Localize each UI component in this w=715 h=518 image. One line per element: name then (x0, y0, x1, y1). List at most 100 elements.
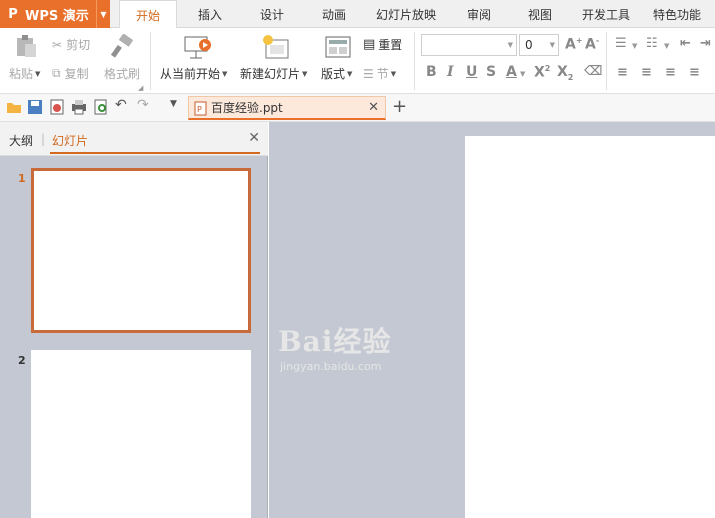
divider (606, 32, 607, 90)
format-painter-label: 格式刷 (104, 67, 141, 81)
reset-label: 重置 (378, 38, 403, 52)
play-from-current-label: 从当前开始 (160, 67, 221, 81)
copy-button[interactable]: ⧉ 复制 (52, 65, 89, 82)
slide-canvas[interactable] (465, 136, 715, 518)
tab-slides[interactable]: 幻灯片 (52, 132, 88, 149)
font-size-field[interactable]: 0 ▼ (519, 34, 559, 56)
chevron-down-icon[interactable]: ▼ (664, 42, 669, 50)
save-icon[interactable] (27, 99, 43, 115)
ribbon-toolbar: 粘贴 ▼ ✂ 剪切 ⧉ 复制 格式刷 ◢ 从当前开始 ▼ 新建幻灯片 ▼ 版式 ▼ ▤ 重置 … (0, 28, 715, 94)
tab-home[interactable]: 开始 (119, 0, 177, 29)
close-icon[interactable]: ✕ (368, 100, 379, 115)
ppt-file-icon: P (194, 101, 207, 116)
copy-label: 复制 (64, 67, 89, 81)
align-left-icon[interactable]: ≡ (617, 65, 628, 80)
tab-outline[interactable]: 大纲 (9, 132, 33, 149)
paste-label: 粘贴 (9, 67, 34, 81)
clipboard-expand-icon[interactable]: ◢ (138, 84, 143, 92)
section-icon: ☰ (363, 66, 374, 81)
layout-button[interactable]: 版式 ▼ (321, 65, 352, 82)
tab-review[interactable]: 审阅 (455, 0, 503, 28)
paste-icon[interactable] (14, 34, 38, 58)
divider (414, 32, 415, 90)
italic-icon[interactable]: I (447, 64, 454, 80)
redo-icon[interactable]: ↷ (137, 97, 153, 113)
tab-design[interactable]: 设计 (248, 0, 296, 28)
new-slide-button[interactable]: 新建幻灯片 ▼ (240, 65, 307, 82)
document-title: 百度经验.ppt (211, 101, 283, 115)
chevron-down-icon[interactable]: ▼ (520, 70, 525, 78)
print-icon[interactable] (71, 99, 87, 115)
chevron-down-icon[interactable]: ▼ (508, 41, 513, 49)
tab-view[interactable]: 视图 (516, 0, 564, 28)
subscript-icon[interactable]: X2 (557, 64, 573, 82)
align-center-icon[interactable]: ≡ (641, 65, 652, 80)
tab-animation[interactable]: 动画 (310, 0, 358, 28)
document-tab[interactable]: P 百度经验.ppt ✕ (188, 96, 386, 120)
tab-insert[interactable]: 插入 (186, 0, 234, 28)
close-icon[interactable]: ✕ (248, 130, 260, 146)
shadow-text-icon[interactable]: S (486, 64, 496, 80)
undo-icon[interactable]: ↶ (115, 97, 131, 113)
svg-text:P: P (197, 105, 202, 114)
slide-thumbnail-2[interactable] (31, 350, 251, 518)
quick-access-toolbar: ↶ ↷ ▼ P 百度经验.ppt ✕ + (0, 94, 715, 122)
play-from-current-icon[interactable] (184, 34, 212, 60)
new-slide-label: 新建幻灯片 (240, 67, 301, 81)
slide-thumbnail-1[interactable] (31, 168, 251, 333)
cut-button[interactable]: ✂ 剪切 (52, 36, 90, 53)
app-name: WPS 演示 (25, 8, 89, 24)
align-right-icon[interactable]: ≡ (665, 65, 676, 80)
tab-special-features[interactable]: 特色功能 (646, 0, 708, 28)
slide-number: 2 (18, 354, 26, 367)
customize-toolbar-icon[interactable]: ▼ (170, 99, 186, 115)
font-size-value: 0 (525, 38, 533, 52)
wps-logo-icon: P (8, 6, 18, 22)
layout-icon[interactable] (325, 36, 351, 58)
active-tab-underline (50, 152, 260, 154)
bold-icon[interactable]: B (426, 64, 437, 80)
new-slide-icon[interactable] (262, 34, 290, 60)
chevron-down-icon[interactable]: ▼ (96, 0, 110, 28)
play-from-current-button[interactable]: 从当前开始 ▼ (160, 65, 227, 82)
app-menu-button[interactable]: P WPS 演示 ▼ (0, 0, 110, 28)
watermark: Bai经验 jingyan.baidu.com (278, 320, 391, 373)
font-name-field[interactable]: ▼ (421, 34, 517, 56)
decrease-font-icon[interactable]: A- (585, 36, 599, 53)
underline-icon[interactable]: U (466, 64, 477, 80)
chevron-down-icon[interactable]: ▼ (550, 41, 555, 49)
decrease-indent-icon[interactable]: ⇤ (680, 36, 691, 51)
new-tab-icon[interactable]: + (392, 96, 407, 117)
slide-panel: 大纲 | 幻灯片 ✕ 1 2 (0, 122, 268, 518)
watermark-url: jingyan.baidu.com (280, 360, 382, 373)
tab-divider: | (41, 132, 46, 146)
increase-font-icon[interactable]: A+ (565, 36, 583, 53)
open-folder-icon[interactable] (6, 99, 22, 115)
slide-number: 1 (18, 172, 26, 185)
divider (150, 32, 151, 90)
reset-icon: ▤ (363, 37, 376, 52)
font-color-icon[interactable]: A (506, 64, 517, 80)
clear-format-icon[interactable]: ⌫ (584, 64, 602, 79)
section-button[interactable]: ☰ 节 ▼ (363, 65, 396, 82)
format-painter-icon[interactable] (110, 34, 134, 58)
paste-button[interactable]: 粘贴 ▼ (9, 65, 40, 82)
chevron-down-icon[interactable]: ▼ (632, 42, 637, 50)
reset-button[interactable]: ▤ 重置 (363, 36, 402, 53)
justify-icon[interactable]: ≡ (689, 65, 700, 80)
format-painter-button[interactable]: 格式刷 (104, 65, 140, 82)
cut-label: 剪切 (66, 38, 91, 52)
section-label: 节 (376, 67, 389, 81)
export-pdf-icon[interactable] (49, 99, 65, 115)
scissors-icon: ✂ (52, 37, 63, 52)
numbered-list-icon[interactable]: ☷ (646, 36, 658, 51)
tab-slideshow[interactable]: 幻灯片放映 (370, 0, 442, 28)
watermark-brand: Bai经验 (278, 325, 392, 358)
tab-developer[interactable]: 开发工具 (576, 0, 636, 28)
superscript-icon[interactable]: X2 (534, 64, 550, 81)
print-preview-icon[interactable] (93, 99, 109, 115)
increase-indent-icon[interactable]: ⇥ (700, 36, 711, 51)
bullet-list-icon[interactable]: ☰ (615, 36, 627, 51)
ribbon-tab-bar: P WPS 演示 ▼ 开始 插入 设计 动画 幻灯片放映 审阅 视图 开发工具 … (0, 0, 715, 29)
layout-label: 版式 (321, 67, 346, 81)
